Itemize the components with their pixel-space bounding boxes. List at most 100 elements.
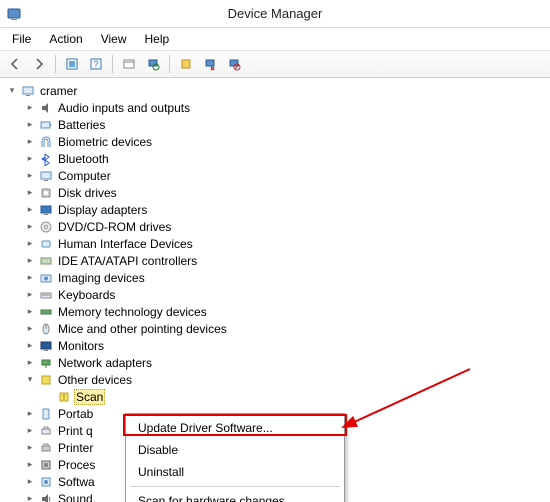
- tree-node-label: Memory technology devices: [56, 305, 209, 319]
- proc-icon: [38, 457, 54, 473]
- expand-icon[interactable]: ▸: [24, 187, 36, 199]
- tree-node-label: Biometric devices: [56, 135, 154, 149]
- expand-icon[interactable]: ▸: [24, 255, 36, 267]
- svg-text:?: ?: [93, 59, 98, 69]
- keyboard-icon: [38, 287, 54, 303]
- tree-node[interactable]: ▸ Keyboards: [24, 286, 546, 303]
- properties-button[interactable]: [118, 53, 140, 75]
- scan-hardware-button[interactable]: [142, 53, 164, 75]
- tree-node-label: Portab: [56, 407, 95, 421]
- expand-icon[interactable]: ▸: [24, 357, 36, 369]
- expand-icon[interactable]: ▸: [24, 102, 36, 114]
- expand-icon[interactable]: ▸: [24, 476, 36, 488]
- toolbar-separator: [55, 55, 56, 73]
- tree-node[interactable]: ▸Mice and other pointing devices: [24, 320, 546, 337]
- svg-text:!: !: [63, 393, 65, 402]
- collapse-icon[interactable]: ▾: [24, 374, 36, 386]
- tree-node-label: Disk drives: [56, 186, 119, 200]
- bt-icon: [38, 151, 54, 167]
- tree-node-label: Batteries: [56, 118, 107, 132]
- toolbar-separator: [169, 55, 170, 73]
- expand-icon[interactable]: ▸: [24, 493, 36, 502]
- sound-icon: [38, 491, 54, 502]
- tree-node[interactable]: ▸ Batteries: [24, 116, 546, 133]
- expand-icon[interactable]: ▸: [24, 323, 36, 335]
- show-hidden-button[interactable]: [61, 53, 83, 75]
- update-driver-button[interactable]: [175, 53, 197, 75]
- expand-icon[interactable]: ▸: [24, 459, 36, 471]
- tree-node-label: Sound,: [56, 492, 98, 502]
- tree-node[interactable]: ▸ Disk drives: [24, 184, 546, 201]
- uninstall-button[interactable]: [199, 53, 221, 75]
- context-menu-separator: [130, 486, 340, 487]
- tree-node[interactable]: ▸DVD/CD-ROM drives: [24, 218, 546, 235]
- device-tree-container: ▾ cramer ▸Audio inputs and outputs▸Batte…: [0, 78, 550, 502]
- tree-node-label: Proces: [56, 458, 97, 472]
- tree-node[interactable]: ▸ Imaging devices: [24, 269, 546, 286]
- tree-node[interactable]: ▸!Scan: [42, 388, 546, 405]
- tree-node[interactable]: ▸Audio inputs and outputs: [24, 99, 546, 116]
- context-menu-uninstall[interactable]: Uninstall: [128, 461, 342, 483]
- tree-node-label: Keyboards: [56, 288, 117, 302]
- tree-node[interactable]: ▸ Bluetooth: [24, 150, 546, 167]
- portable-icon: [38, 406, 54, 422]
- expand-icon[interactable]: ▸: [24, 289, 36, 301]
- expand-icon[interactable]: ▸: [24, 272, 36, 284]
- back-button[interactable]: [4, 53, 26, 75]
- tree-node-label: Network adapters: [56, 356, 154, 370]
- tree-root[interactable]: ▾ cramer: [6, 82, 546, 99]
- expand-icon[interactable]: ▸: [24, 204, 36, 216]
- tree-node-label: Display adapters: [56, 203, 149, 217]
- tree-node-label: Imaging devices: [56, 271, 147, 285]
- context-menu-scan-hardware[interactable]: Scan for hardware changes: [128, 490, 342, 502]
- monitor-icon: [38, 338, 54, 354]
- tree-node[interactable]: ▾Other devices: [24, 371, 546, 388]
- menu-help[interactable]: Help: [137, 30, 178, 48]
- menu-view[interactable]: View: [93, 30, 135, 48]
- menu-action[interactable]: Action: [41, 30, 90, 48]
- expand-icon[interactable]: ▸: [24, 170, 36, 182]
- mouse-icon: [38, 321, 54, 337]
- tree-node-label: Monitors: [56, 339, 106, 353]
- expand-icon[interactable]: ▸: [24, 442, 36, 454]
- tree-node[interactable]: ▸ Monitors: [24, 337, 546, 354]
- other-icon: [38, 372, 54, 388]
- tree-node[interactable]: ▸Human Interface Devices: [24, 235, 546, 252]
- tree-node-label: Bluetooth: [56, 152, 111, 166]
- context-menu-update-driver[interactable]: Update Driver Software...: [128, 417, 342, 439]
- tree-node[interactable]: ▸ Memory technology devices: [24, 303, 546, 320]
- tree-node[interactable]: ▸ Display adapters: [24, 201, 546, 218]
- expand-icon[interactable]: ▸: [24, 238, 36, 250]
- expand-icon[interactable]: ▸: [24, 340, 36, 352]
- expand-icon[interactable]: ▸: [24, 425, 36, 437]
- menu-file[interactable]: File: [4, 30, 39, 48]
- expand-icon[interactable]: ▸: [24, 221, 36, 233]
- dvd-icon: [38, 219, 54, 235]
- expand-icon[interactable]: ▸: [24, 306, 36, 318]
- context-menu-disable[interactable]: Disable: [128, 439, 342, 461]
- expand-icon[interactable]: ▸: [24, 153, 36, 165]
- printer-icon: [38, 440, 54, 456]
- app-icon: [6, 6, 22, 22]
- expand-icon[interactable]: ▸: [24, 408, 36, 420]
- context-menu: Update Driver Software... Disable Uninst…: [125, 413, 345, 502]
- collapse-icon[interactable]: ▾: [6, 85, 18, 97]
- forward-button[interactable]: [28, 53, 50, 75]
- window-title: Device Manager: [228, 6, 323, 21]
- software-icon: [38, 474, 54, 490]
- warning-icon: !: [56, 389, 72, 405]
- tree-node[interactable]: ▸IDE ATA/ATAPI controllers: [24, 252, 546, 269]
- tree-node-label: Printer: [56, 441, 95, 455]
- camera-icon: [38, 270, 54, 286]
- tree-node[interactable]: ▸ Biometric devices: [24, 133, 546, 150]
- menubar: File Action View Help: [0, 28, 550, 50]
- expand-icon[interactable]: ▸: [24, 136, 36, 148]
- network-icon: [38, 355, 54, 371]
- help-topics-button[interactable]: ?: [85, 53, 107, 75]
- tree-node[interactable]: ▸ Network adapters: [24, 354, 546, 371]
- toolbar: ?: [0, 50, 550, 78]
- tree-node[interactable]: ▸Computer: [24, 167, 546, 184]
- toolbar-separator: [112, 55, 113, 73]
- disable-button[interactable]: [223, 53, 245, 75]
- expand-icon[interactable]: ▸: [24, 119, 36, 131]
